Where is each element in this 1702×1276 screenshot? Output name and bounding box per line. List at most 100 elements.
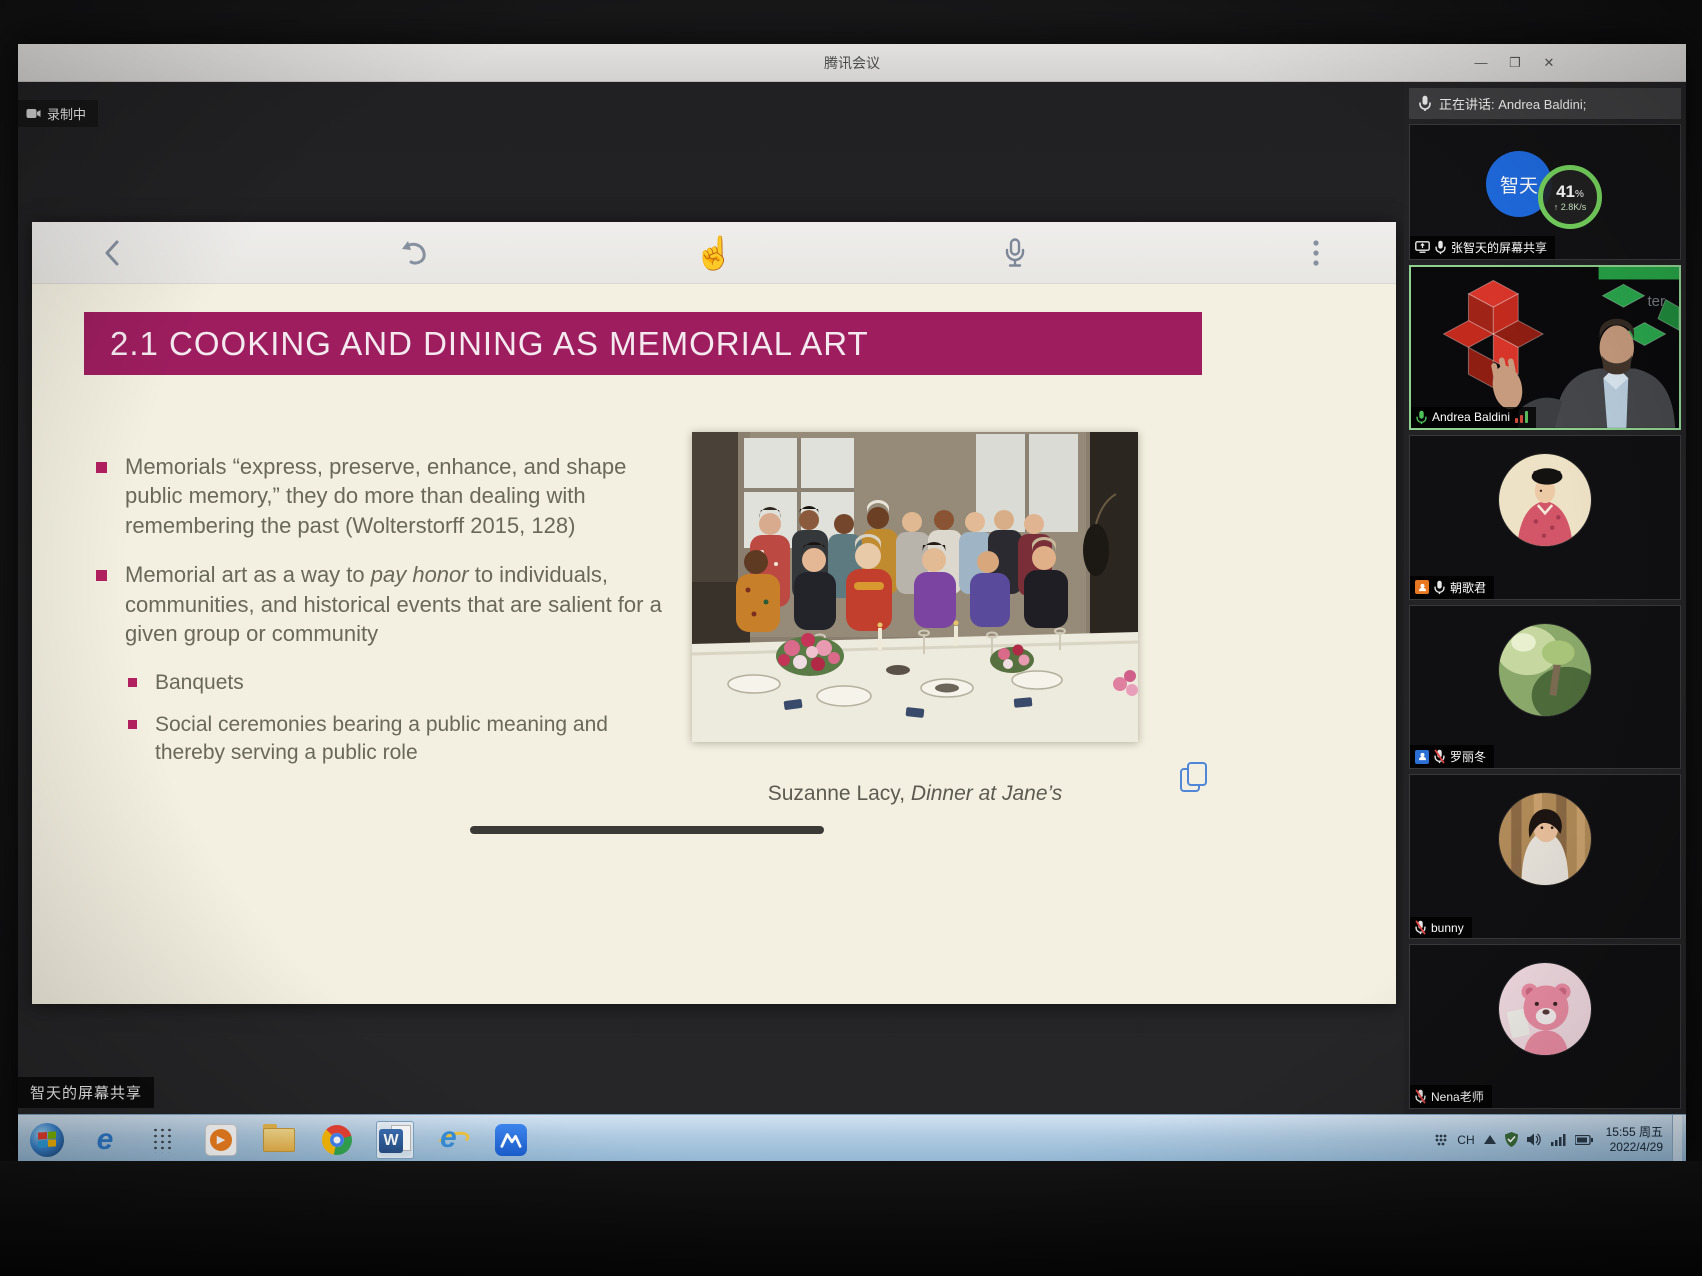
edge-icon: e	[97, 1125, 114, 1155]
member-badge-icon	[1415, 580, 1429, 594]
start-button[interactable]	[28, 1121, 66, 1159]
internet-explorer-button[interactable]: e	[434, 1121, 472, 1159]
windows-start-icon	[30, 1123, 64, 1157]
system-tray: CH 15:55 周五 2022/4/29	[1434, 1115, 1686, 1165]
word-button[interactable]: W	[376, 1121, 414, 1159]
upload-speed: ↑ 2.8K/s	[1554, 202, 1587, 212]
participant-name: 罗丽冬	[1450, 748, 1486, 765]
mic-on-icon	[1416, 410, 1427, 425]
sub-bullet-item: Banquets	[128, 669, 664, 697]
screen-share-status-chip: 智天的屏幕共享	[18, 1077, 154, 1108]
caption-artwork-title: Dinner at Jane’s	[911, 782, 1062, 805]
recording-label: 录制中	[47, 104, 86, 123]
bullet-text: Memorial art as a way to pay honor to in…	[125, 560, 664, 648]
slide-title-banner: 2.1 COOKING AND DINING AS MEMORIAL ART	[84, 312, 1202, 375]
caption-artist: Suzanne Lacy,	[768, 782, 911, 805]
photo-caption: Suzanne Lacy, Dinner at Jane’s	[692, 782, 1138, 806]
tencent-meeting-button[interactable]	[492, 1121, 530, 1159]
video-tile-luolidong[interactable]: 罗丽冬	[1409, 605, 1681, 770]
bullet-item: Memorial art as a way to pay honor to in…	[96, 560, 664, 648]
restore-button[interactable]: ❐	[1498, 44, 1532, 81]
participant-name: Nena老师	[1431, 1088, 1484, 1105]
tencent-meeting-icon	[495, 1124, 527, 1156]
microphone-button[interactable]	[993, 231, 1037, 275]
slide-scroll-indicator[interactable]	[470, 826, 824, 834]
hand-pointer-icon: ☝	[694, 237, 734, 269]
undo-button[interactable]	[391, 231, 435, 275]
security-shield-icon[interactable]	[1505, 1132, 1518, 1147]
bullet-marker	[96, 570, 107, 581]
bullet-text: Memorials “express, preserve, enhance, a…	[125, 452, 664, 540]
internet-explorer-icon: e	[436, 1125, 470, 1155]
screen-share-tile[interactable]: 智天 41% ↑ 2.8K/s 张智天的屏	[1409, 124, 1681, 259]
sub-bullet-text: Social ceremonies bearing a public meani…	[155, 711, 664, 767]
member-badge-icon	[1415, 750, 1429, 764]
bullet-marker	[96, 462, 107, 473]
bullet-item: Memorials “express, preserve, enhance, a…	[96, 452, 664, 540]
mic-muted-icon	[1434, 749, 1445, 764]
media-player-button[interactable]: ▶	[202, 1121, 240, 1159]
window-titlebar: 腾讯会议 — ❐ ✕	[18, 44, 1686, 82]
volume-icon[interactable]	[1527, 1133, 1542, 1146]
pointer-hand-button[interactable]: ☝	[692, 231, 736, 275]
remote-control-grid-button[interactable]	[144, 1121, 182, 1159]
sub-bullet-item: Social ceremonies bearing a public meani…	[128, 711, 664, 767]
shared-screen-stage: 录制中 ☝	[18, 82, 1404, 1114]
show-hidden-arrow[interactable]	[1484, 1135, 1496, 1144]
minimize-button[interactable]: —	[1464, 44, 1498, 81]
speaking-header: 正在讲话: Andrea Baldini;	[1409, 88, 1681, 119]
file-explorer-button[interactable]	[260, 1121, 298, 1159]
speaking-header-text: 正在讲话: Andrea Baldini;	[1439, 94, 1586, 113]
sub-bullet-text: Banquets	[155, 669, 244, 697]
windows-taskbar: e ▶ W e CH	[18, 1114, 1686, 1164]
presentation-toolbar: ☝	[32, 222, 1396, 284]
avatar	[1499, 624, 1591, 716]
back-button[interactable]	[90, 231, 134, 275]
input-language-indicator[interactable]: CH	[1457, 1133, 1474, 1147]
network-percent-sign: %	[1575, 189, 1584, 200]
slide-title: 2.1 COOKING AND DINING AS MEMORIAL ART	[110, 325, 869, 363]
share-tile-chip: 张智天的屏幕共享	[1410, 236, 1555, 259]
participant-name-chip: bunny	[1410, 917, 1472, 938]
hidden-icons-button[interactable]	[1434, 1133, 1448, 1147]
laptop-screen: 腾讯会议 — ❐ ✕ 录制中	[18, 44, 1686, 1164]
mic-muted-icon	[1415, 920, 1426, 935]
share-tile-label: 张智天的屏幕共享	[1451, 239, 1547, 256]
camera-icon	[26, 108, 41, 119]
window-title: 腾讯会议	[824, 53, 880, 73]
microphone-icon	[1419, 95, 1431, 112]
dot-grid-icon	[152, 1127, 174, 1153]
participant-name: 朝歌君	[1450, 579, 1486, 596]
clock-date: 2022/4/29	[1606, 1140, 1663, 1155]
participant-name: bunny	[1431, 921, 1464, 935]
battery-icon[interactable]	[1575, 1135, 1593, 1145]
avatar	[1499, 963, 1591, 1055]
video-tile-chaogejun[interactable]: 朝歌君	[1409, 435, 1681, 600]
pages-copy-icon[interactable]	[1180, 762, 1210, 794]
video-tile-nena[interactable]: Nena老师	[1409, 944, 1681, 1109]
slide-bullets: Memorials “express, preserve, enhance, a…	[96, 452, 664, 781]
edge-browser-button[interactable]: e	[86, 1121, 124, 1159]
screen-share-icon	[1415, 241, 1430, 253]
participant-name-chip: 朝歌君	[1410, 576, 1494, 599]
mic-on-icon	[1434, 580, 1445, 595]
laptop-body	[0, 1161, 1702, 1276]
video-tile-andrea-baldini[interactable]: ter Andrea Baldini	[1409, 265, 1681, 430]
chrome-button[interactable]	[318, 1121, 356, 1159]
taskbar-apps: e ▶ W e	[18, 1121, 1434, 1159]
video-tile-bunny[interactable]: bunny	[1409, 774, 1681, 939]
participant-name-chip: 罗丽冬	[1410, 745, 1494, 768]
bullet-text-pre: Memorial art as a way to	[125, 562, 371, 587]
avatar	[1499, 454, 1591, 546]
recording-indicator: 录制中	[18, 100, 98, 127]
andrea-video-frame	[1411, 267, 1679, 428]
show-desktop-button[interactable]	[1672, 1115, 1682, 1165]
dinner-photo	[692, 432, 1138, 742]
more-menu-button[interactable]	[1294, 231, 1338, 275]
window-controls: — ❐ ✕	[1464, 44, 1566, 81]
avatar	[1499, 793, 1591, 885]
network-icon[interactable]	[1551, 1134, 1566, 1146]
background-watermark: ter	[1647, 293, 1665, 310]
taskbar-clock[interactable]: 15:55 周五 2022/4/29	[1602, 1125, 1663, 1155]
close-button[interactable]: ✕	[1532, 44, 1566, 81]
